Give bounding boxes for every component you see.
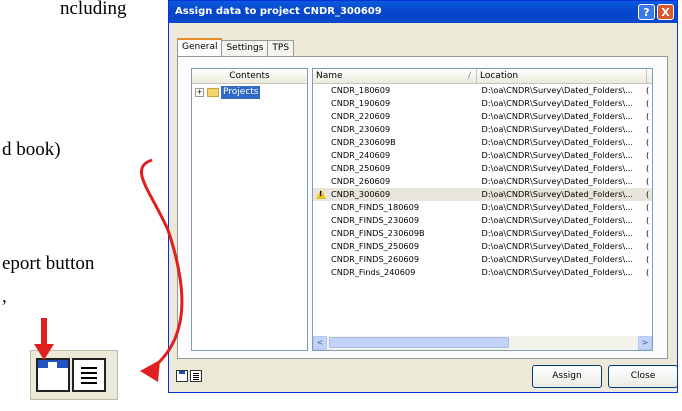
down-arrow-head: [34, 344, 54, 360]
down-arrow-shaft: [41, 318, 47, 348]
curved-arrow: [140, 158, 184, 372]
curved-arrow-head: [140, 360, 160, 382]
annotation-arrows: [34, 158, 184, 382]
